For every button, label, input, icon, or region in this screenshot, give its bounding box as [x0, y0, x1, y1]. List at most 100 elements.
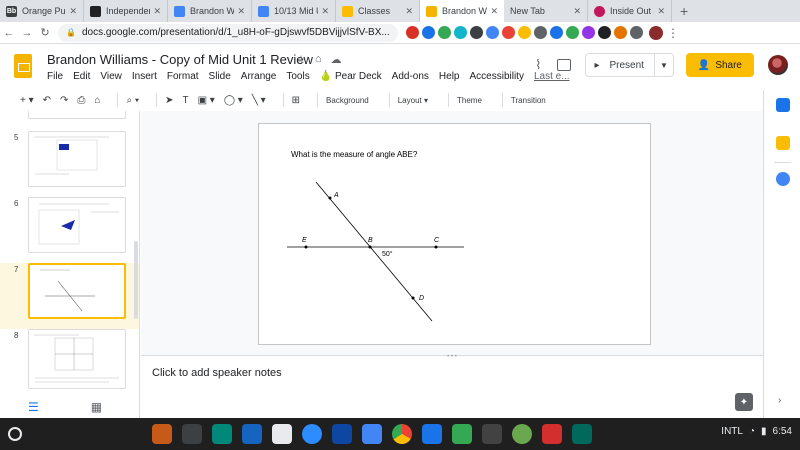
- chrome-icon[interactable]: [392, 424, 412, 444]
- close-icon[interactable]: ✕: [657, 6, 665, 17]
- extension-icon[interactable]: [422, 26, 435, 39]
- speaker-notes-placeholder[interactable]: Click to add speaker notes: [152, 367, 282, 379]
- comment-add-icon[interactable]: ⊞: [292, 95, 300, 106]
- close-icon[interactable]: ✕: [237, 6, 245, 17]
- new-tab-button[interactable]: +: [672, 0, 696, 22]
- close-icon[interactable]: ✕: [573, 6, 581, 17]
- new-slide-icon[interactable]: + ▾: [20, 95, 34, 106]
- star-icon[interactable]: ☆: [296, 53, 306, 66]
- menu-help[interactable]: Help: [439, 71, 460, 82]
- tab-inside-out[interactable]: Inside Out &✕: [588, 0, 672, 22]
- extension-icon[interactable]: [614, 26, 627, 39]
- background-button[interactable]: Background: [326, 96, 369, 105]
- menu-add-ons[interactable]: Add-ons: [392, 71, 429, 82]
- chevron-right-icon[interactable]: ›: [778, 395, 781, 406]
- profile-icon[interactable]: [649, 25, 663, 40]
- menu-file[interactable]: File: [47, 71, 63, 82]
- app-icon[interactable]: [242, 424, 262, 444]
- tab-mid-unit[interactable]: 10/13 Mid U ✕: [252, 0, 336, 22]
- zoom-app-icon[interactable]: [302, 424, 322, 444]
- activity-trend-icon[interactable]: ⌇: [535, 57, 541, 73]
- pear-app-icon[interactable]: [512, 424, 532, 444]
- extension-icon[interactable]: [470, 26, 483, 39]
- comment-icon[interactable]: [557, 59, 572, 71]
- forward-icon[interactable]: →: [18, 27, 36, 39]
- url-input[interactable]: 🔒 docs.google.com/presentation/d/1_u8H-o…: [58, 23, 398, 42]
- menu-insert[interactable]: Insert: [132, 71, 157, 82]
- image-icon[interactable]: ▣ ▾: [198, 95, 215, 106]
- extension-icon[interactable]: [454, 26, 467, 39]
- close-icon[interactable]: ✕: [69, 6, 77, 17]
- reload-icon[interactable]: ↻: [36, 26, 54, 39]
- explore-button[interactable]: ✦: [735, 393, 753, 411]
- chevron-down-icon[interactable]: ▼: [655, 61, 673, 70]
- slide-7[interactable]: What is the measure of angle ABE? A E B …: [258, 123, 651, 345]
- undo-icon[interactable]: ↶: [43, 95, 51, 106]
- menu-slide[interactable]: Slide: [209, 71, 231, 82]
- app-icon[interactable]: [542, 424, 562, 444]
- app-icon[interactable]: [362, 424, 382, 444]
- transition-button[interactable]: Transition: [511, 96, 546, 105]
- menu-format[interactable]: Format: [167, 71, 199, 82]
- grid-view-icon[interactable]: ▦: [91, 400, 102, 414]
- app-icon[interactable]: [482, 424, 502, 444]
- tab-classes[interactable]: Classes ✕: [336, 0, 420, 22]
- tab-docs-brandon[interactable]: Brandon Wil ✕: [168, 0, 252, 22]
- account-avatar[interactable]: [768, 55, 788, 75]
- tab-independent[interactable]: Independent✕: [84, 0, 168, 22]
- cloud-icon[interactable]: ☁: [331, 53, 342, 66]
- close-icon[interactable]: ✕: [490, 6, 498, 17]
- redo-icon[interactable]: ↷: [60, 95, 68, 106]
- extension-icon[interactable]: [518, 26, 531, 39]
- more-vert-icon[interactable]: ⋮: [667, 26, 679, 40]
- close-icon[interactable]: ✕: [321, 6, 329, 17]
- app-icon[interactable]: [572, 424, 592, 444]
- paint-format-icon[interactable]: ⌂: [94, 95, 100, 106]
- app-icon[interactable]: [152, 424, 172, 444]
- calendar-icon[interactable]: [776, 98, 790, 112]
- slides-logo-icon[interactable]: [14, 54, 32, 78]
- theme-button[interactable]: Theme: [457, 96, 482, 105]
- back-icon[interactable]: ←: [0, 27, 18, 39]
- status-tray[interactable]: INTL ◔ ▮ 6:54: [721, 426, 792, 437]
- extension-icon[interactable]: [534, 26, 547, 39]
- close-icon[interactable]: ✕: [153, 6, 161, 17]
- menu-arrange[interactable]: Arrange: [241, 71, 277, 82]
- extension-icon[interactable]: [502, 26, 515, 39]
- menu-pear-deck[interactable]: 🍐 Pear Deck: [320, 71, 382, 82]
- filmstrip-view-icon[interactable]: ☰: [28, 400, 39, 414]
- text-box-icon[interactable]: T: [182, 95, 188, 106]
- filmstrip-scrollbar[interactable]: [134, 241, 138, 319]
- play-store-icon[interactable]: [452, 424, 472, 444]
- extension-icon[interactable]: [566, 26, 579, 39]
- select-cursor-icon[interactable]: ➤: [165, 95, 173, 106]
- app-icon[interactable]: [182, 424, 202, 444]
- menu-tools[interactable]: Tools: [286, 71, 309, 82]
- puzzle-icon[interactable]: [630, 26, 643, 39]
- app-icon[interactable]: [272, 424, 292, 444]
- extension-icon[interactable]: [550, 26, 563, 39]
- slide-thumbnail-6[interactable]: 6: [0, 197, 139, 263]
- tab-new-tab[interactable]: New Tab ✕: [504, 0, 588, 22]
- slide-thumbnail-5[interactable]: 5: [0, 131, 139, 197]
- slide-thumbnail-8[interactable]: 8: [0, 329, 139, 395]
- keep-icon[interactable]: [776, 136, 790, 150]
- menu-accessibility[interactable]: Accessibility: [469, 71, 523, 82]
- extension-icon[interactable]: [486, 26, 499, 39]
- app-icon[interactable]: [212, 424, 232, 444]
- speaker-notes[interactable]: Click to add speaker notes: [141, 359, 763, 418]
- slide-thumbnail-partial[interactable]: [0, 111, 139, 125]
- slide-thumbnail-7[interactable]: 7: [0, 263, 139, 329]
- close-icon[interactable]: ✕: [405, 6, 413, 17]
- app-icon[interactable]: [332, 424, 352, 444]
- print-icon[interactable]: ⎙: [77, 95, 85, 106]
- document-title[interactable]: Brandon Williams - Copy of Mid Unit 1 Re…: [47, 52, 313, 67]
- extension-icon[interactable]: [598, 26, 611, 39]
- shape-icon[interactable]: ◯ ▾: [224, 95, 243, 106]
- present-button[interactable]: ▸ Present ▼: [585, 53, 674, 77]
- extension-icon[interactable]: [438, 26, 451, 39]
- app-icon[interactable]: [422, 424, 442, 444]
- tab-slides-active[interactable]: Brandon Wil ✕: [420, 0, 504, 22]
- move-folder-icon[interactable]: ⌂: [315, 53, 322, 66]
- zoom-icon[interactable]: ⌕ ▾: [126, 95, 139, 106]
